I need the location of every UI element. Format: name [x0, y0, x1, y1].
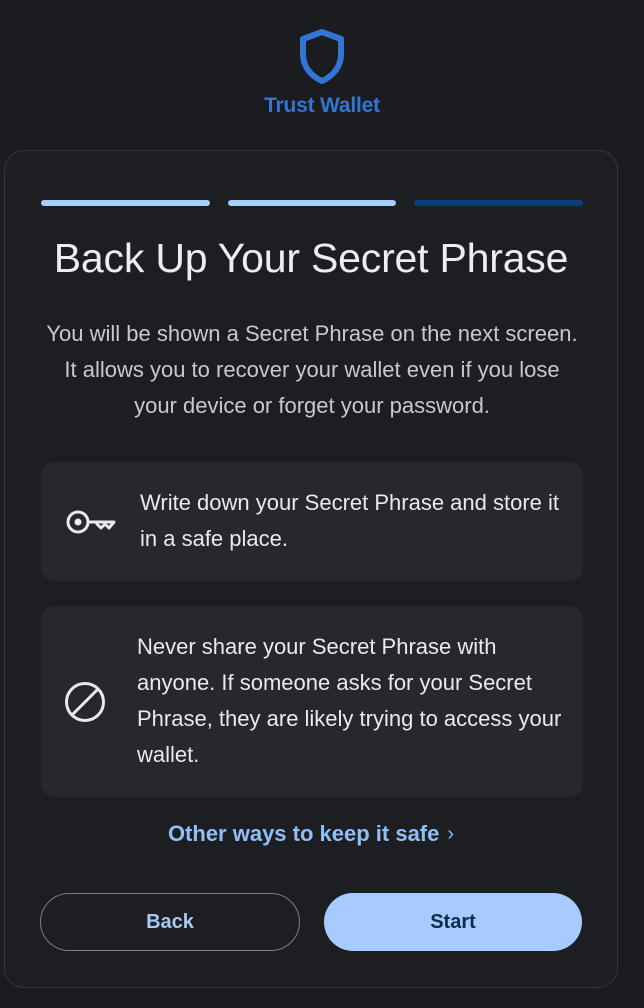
- progress-step-1: [41, 200, 210, 206]
- progress-step-3: [414, 200, 584, 206]
- tip-write-down: Write down your Secret Phrase and store …: [41, 462, 583, 581]
- progress-step-2: [227, 200, 397, 206]
- prohibited-icon: [65, 681, 105, 722]
- start-button[interactable]: Start: [324, 893, 582, 951]
- tip-text: Never share your Secret Phrase with anyo…: [137, 634, 562, 767]
- brand-name: Trust Wallet: [264, 94, 380, 117]
- other-ways-link[interactable]: Other ways to keep it safe ›: [5, 821, 617, 847]
- key-icon: [66, 510, 116, 533]
- back-button[interactable]: Back: [40, 893, 300, 951]
- page-title: Back Up Your Secret Phrase: [53, 235, 569, 281]
- tip-never-share: Never share your Secret Phrase with anyo…: [41, 606, 583, 797]
- brand-header: Trust Wallet: [0, 28, 644, 118]
- backup-card: Back Up Your Secret Phrase You will be s…: [4, 150, 618, 988]
- progress-steps: [41, 200, 584, 206]
- shield-icon: [300, 29, 344, 84]
- tip-text: Write down your Secret Phrase and store …: [140, 490, 560, 551]
- other-ways-label: Other ways to keep it safe: [167, 821, 440, 846]
- page-subtitle: You will be shown a Secret Phrase on the…: [46, 321, 578, 418]
- chevron-right-icon: ›: [447, 823, 455, 845]
